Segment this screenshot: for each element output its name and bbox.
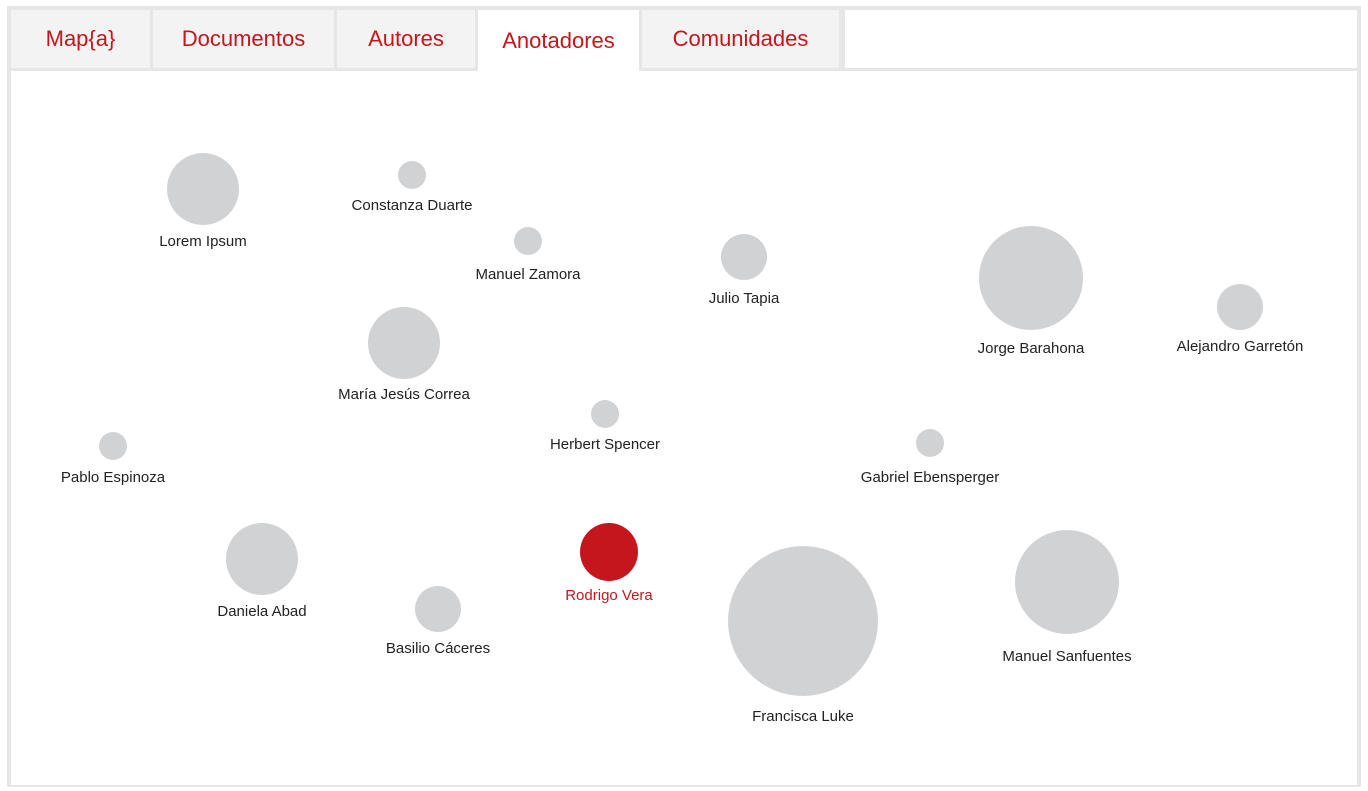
tab-autores[interactable]: Autores [337, 10, 475, 68]
annotator-bubble[interactable] [1217, 284, 1263, 330]
annotator-label[interactable]: Jorge Barahona [978, 340, 1085, 357]
annotator-bubble[interactable] [167, 153, 239, 225]
annotator-label[interactable]: Julio Tapia [709, 290, 780, 307]
annotator-label[interactable]: Herbert Spencer [550, 436, 660, 453]
annotator-label[interactable]: Pablo Espinoza [61, 469, 166, 486]
tab-bar-filler [842, 10, 1357, 68]
annotator-bubble[interactable] [415, 586, 461, 632]
annotator-label[interactable]: Gabriel Ebensperger [861, 469, 999, 486]
annotator-bubble[interactable] [728, 546, 878, 696]
annotator-label[interactable]: Manuel Zamora [475, 266, 581, 283]
annotator-label[interactable]: María Jesús Correa [338, 386, 470, 403]
annotator-bubble[interactable] [99, 432, 127, 460]
annotator-label[interactable]: Manuel Sanfuentes [1002, 648, 1131, 665]
annotator-bubble[interactable] [979, 226, 1083, 330]
annotator-bubble[interactable] [368, 307, 440, 379]
annotator-label[interactable]: Daniela Abad [217, 603, 306, 620]
annotator-bubble[interactable] [398, 161, 426, 189]
annotator-label[interactable]: Lorem Ipsum [159, 233, 247, 250]
annotator-label[interactable]: Alejandro Garretón [1177, 338, 1304, 355]
tab-anotadores[interactable]: Anotadores [475, 10, 642, 71]
tab-documentos[interactable]: Documentos [153, 10, 337, 68]
main-panel: Map{a} Documentos Autores Anotadores Com… [7, 6, 1361, 787]
annotator-bubble[interactable] [721, 234, 767, 280]
annotator-label[interactable]: Constanza Duarte [352, 197, 473, 214]
annotator-label[interactable]: Basilio Cáceres [386, 640, 490, 657]
annotator-bubble[interactable] [591, 400, 619, 428]
annotator-label[interactable]: Francisca Luke [752, 708, 854, 725]
annotator-bubble[interactable] [226, 523, 298, 595]
tab-mapa[interactable]: Map{a} [11, 10, 153, 68]
annotator-bubble[interactable] [916, 429, 944, 457]
tab-bar: Map{a} Documentos Autores Anotadores Com… [11, 10, 1357, 71]
annotator-bubble[interactable] [514, 227, 542, 255]
tab-bar-divider [11, 68, 1357, 71]
tab-comunidades[interactable]: Comunidades [642, 10, 842, 68]
annotator-label[interactable]: Rodrigo Vera [565, 587, 653, 604]
annotator-bubble[interactable] [1015, 530, 1119, 634]
annotator-bubble[interactable] [580, 523, 638, 581]
